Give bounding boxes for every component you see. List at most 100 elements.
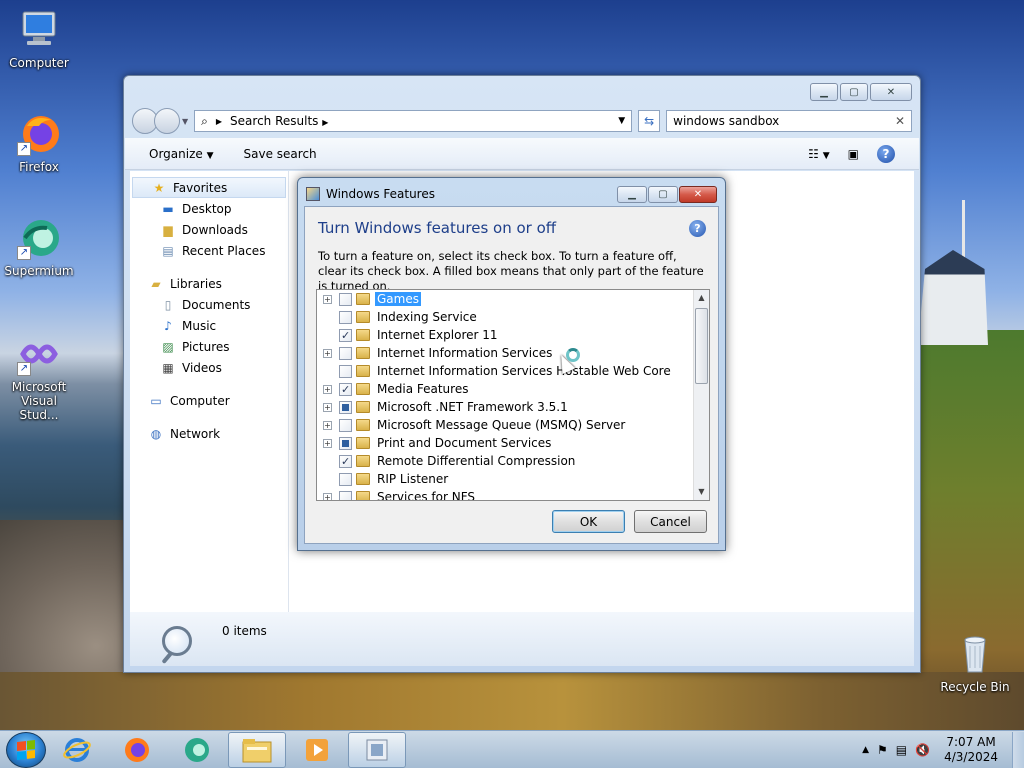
nav-item-videos[interactable]: ▦ Videos (130, 357, 288, 378)
scroll-up-icon[interactable]: ▲ (694, 290, 709, 306)
feature-checkbox[interactable] (339, 310, 352, 324)
ok-button[interactable]: OK (552, 510, 625, 533)
feature-checkbox[interactable] (339, 436, 352, 450)
organize-button[interactable]: Organize ▼ (149, 147, 214, 161)
address-dropdown-icon[interactable]: ▼ (618, 116, 625, 126)
feature-checkbox[interactable] (339, 292, 352, 306)
breadcrumb-arrow-icon[interactable]: ▶ (216, 117, 222, 126)
desktop-icon-firefox[interactable]: ↗ Firefox (2, 112, 76, 174)
desktop-icon-visual-studio[interactable]: ↗ Microsoft Visual Stud... (2, 332, 76, 422)
nav-item-favorites[interactable]: ★ Favorites (132, 177, 286, 198)
desktop-icon-recycle-bin[interactable]: Recycle Bin (938, 632, 1012, 694)
nav-item-pictures[interactable]: ▨ Pictures (130, 336, 288, 357)
help-icon[interactable]: ? (877, 144, 895, 163)
search-input[interactable]: windows sandbox ✕ (666, 110, 912, 132)
expand-icon[interactable]: + (323, 402, 332, 412)
nav-item-computer[interactable]: ▭ Computer (130, 390, 288, 411)
nav-item-downloads[interactable]: ▆ Downloads (130, 219, 288, 240)
minimize-button[interactable]: ▁ (810, 83, 838, 101)
recent-pages-dropdown[interactable]: ▼ (182, 117, 188, 126)
nav-item-recent-places[interactable]: ▤ Recent Places (130, 240, 288, 261)
feature-checkbox[interactable] (339, 490, 352, 500)
scroll-down-icon[interactable]: ▼ (694, 484, 709, 500)
expand-icon[interactable]: + (323, 294, 332, 304)
feature-checkbox[interactable] (339, 328, 352, 342)
desktop-icon-supermium[interactable]: ↗ Supermium (2, 216, 76, 278)
taskbar-windows-features[interactable] (348, 731, 406, 768)
clear-search-icon[interactable]: ✕ (895, 114, 905, 128)
action-center-flag-icon[interactable]: ⚑ (877, 743, 888, 757)
forward-button[interactable] (154, 108, 180, 134)
feature-checkbox[interactable] (339, 346, 352, 360)
nav-item-desktop[interactable]: ▬ Desktop (130, 198, 288, 219)
nav-item-network[interactable]: ◍ Network (130, 423, 288, 444)
taskbar-internet-explorer[interactable] (48, 732, 106, 768)
feature-checkbox[interactable] (339, 364, 352, 378)
feature-row[interactable]: Internet Information Services Hostable W… (317, 362, 673, 380)
taskbar-firefox[interactable] (108, 732, 166, 768)
desktop-icon-label: Supermium (4, 264, 74, 278)
desktop-icon-computer[interactable]: Computer (2, 8, 76, 70)
dialog-close-button[interactable]: ✕ (679, 186, 717, 203)
feature-checkbox[interactable] (339, 418, 352, 432)
command-bar: Organize ▼ Save search ☷ ▼ ▣ ? (125, 138, 919, 170)
nav-item-music[interactable]: ♪ Music (130, 315, 288, 336)
taskbar-explorer[interactable] (228, 731, 286, 768)
feature-row[interactable]: + Microsoft Message Queue (MSMQ) Server (317, 416, 627, 434)
clock[interactable]: 7:07 AM 4/3/2024 (944, 735, 998, 765)
feature-row[interactable]: Internet Explorer 11 (317, 326, 500, 344)
feature-name: Internet Information Services Hostable W… (377, 364, 671, 378)
feature-checkbox[interactable] (339, 472, 352, 486)
feature-tree[interactable]: ▲ ▼ + Games Indexing Service Internet Explo… (316, 289, 710, 501)
dialog-minimize-button[interactable]: ▁ (617, 186, 647, 203)
preview-pane-icon[interactable]: ▣ (848, 147, 859, 161)
show-desktop-button[interactable] (1012, 731, 1024, 768)
libraries-icon: ▰ (151, 276, 161, 291)
taskbar-media-player[interactable] (288, 732, 346, 768)
feature-checkbox[interactable] (339, 400, 352, 414)
expand-icon[interactable]: + (323, 384, 332, 394)
supermium-icon (185, 737, 209, 762)
address-bar[interactable]: ⌕ ▶ Search Results ▶ ▼ (194, 110, 633, 132)
feature-row[interactable]: + Print and Document Services (317, 434, 553, 452)
expand-icon[interactable]: + (323, 420, 332, 430)
feature-row[interactable]: + Microsoft .NET Framework 3.5.1 (317, 398, 570, 416)
expand-icon[interactable]: + (323, 492, 332, 500)
taskbar-supermium[interactable] (168, 732, 226, 768)
nav-item-documents[interactable]: ▯ Documents (130, 294, 288, 315)
feature-row[interactable]: + Games (317, 290, 421, 308)
dialog-maximize-button[interactable]: ▢ (648, 186, 678, 203)
volume-muted-icon[interactable]: 🔇 (915, 743, 930, 757)
feature-checkbox[interactable] (339, 382, 352, 396)
feature-row[interactable]: Remote Differential Compression (317, 452, 577, 470)
breadcrumb[interactable]: Search Results ▶ (230, 114, 610, 128)
folder-icon (356, 347, 370, 359)
folder-icon (356, 437, 370, 449)
save-search-button[interactable]: Save search (244, 147, 317, 161)
refresh-button[interactable]: ⇆ (638, 110, 661, 132)
feature-row[interactable]: + Media Features (317, 380, 470, 398)
expand-icon[interactable]: + (323, 438, 332, 448)
network-status-icon[interactable]: ▤ (896, 743, 907, 757)
view-options-icon[interactable]: ☷ ▼ (808, 147, 830, 161)
dialog-description: To turn a feature on, select its check b… (318, 249, 704, 293)
scroll-thumb[interactable] (695, 308, 708, 384)
close-button[interactable]: ✕ (870, 83, 912, 101)
cancel-button[interactable]: Cancel (634, 510, 707, 533)
feature-row[interactable]: Indexing Service (317, 308, 479, 326)
feature-row[interactable]: RIP Listener (317, 470, 450, 488)
show-hidden-icons-icon[interactable]: ▲ (862, 745, 869, 755)
nav-item-libraries[interactable]: ▰ Libraries (130, 273, 288, 294)
help-icon[interactable]: ? (689, 220, 706, 237)
feature-list-scrollbar[interactable]: ▲ ▼ (693, 290, 709, 500)
maximize-button[interactable]: ▢ (840, 83, 868, 101)
expand-icon[interactable]: + (323, 348, 332, 358)
feature-name: Indexing Service (377, 310, 477, 324)
feature-row[interactable]: + Services for NFS (317, 488, 477, 500)
feature-checkbox[interactable] (339, 454, 352, 468)
start-button[interactable] (6, 731, 46, 768)
dialog-title: Windows Features (326, 187, 435, 201)
feature-row[interactable]: + Internet Information Services (317, 344, 554, 362)
